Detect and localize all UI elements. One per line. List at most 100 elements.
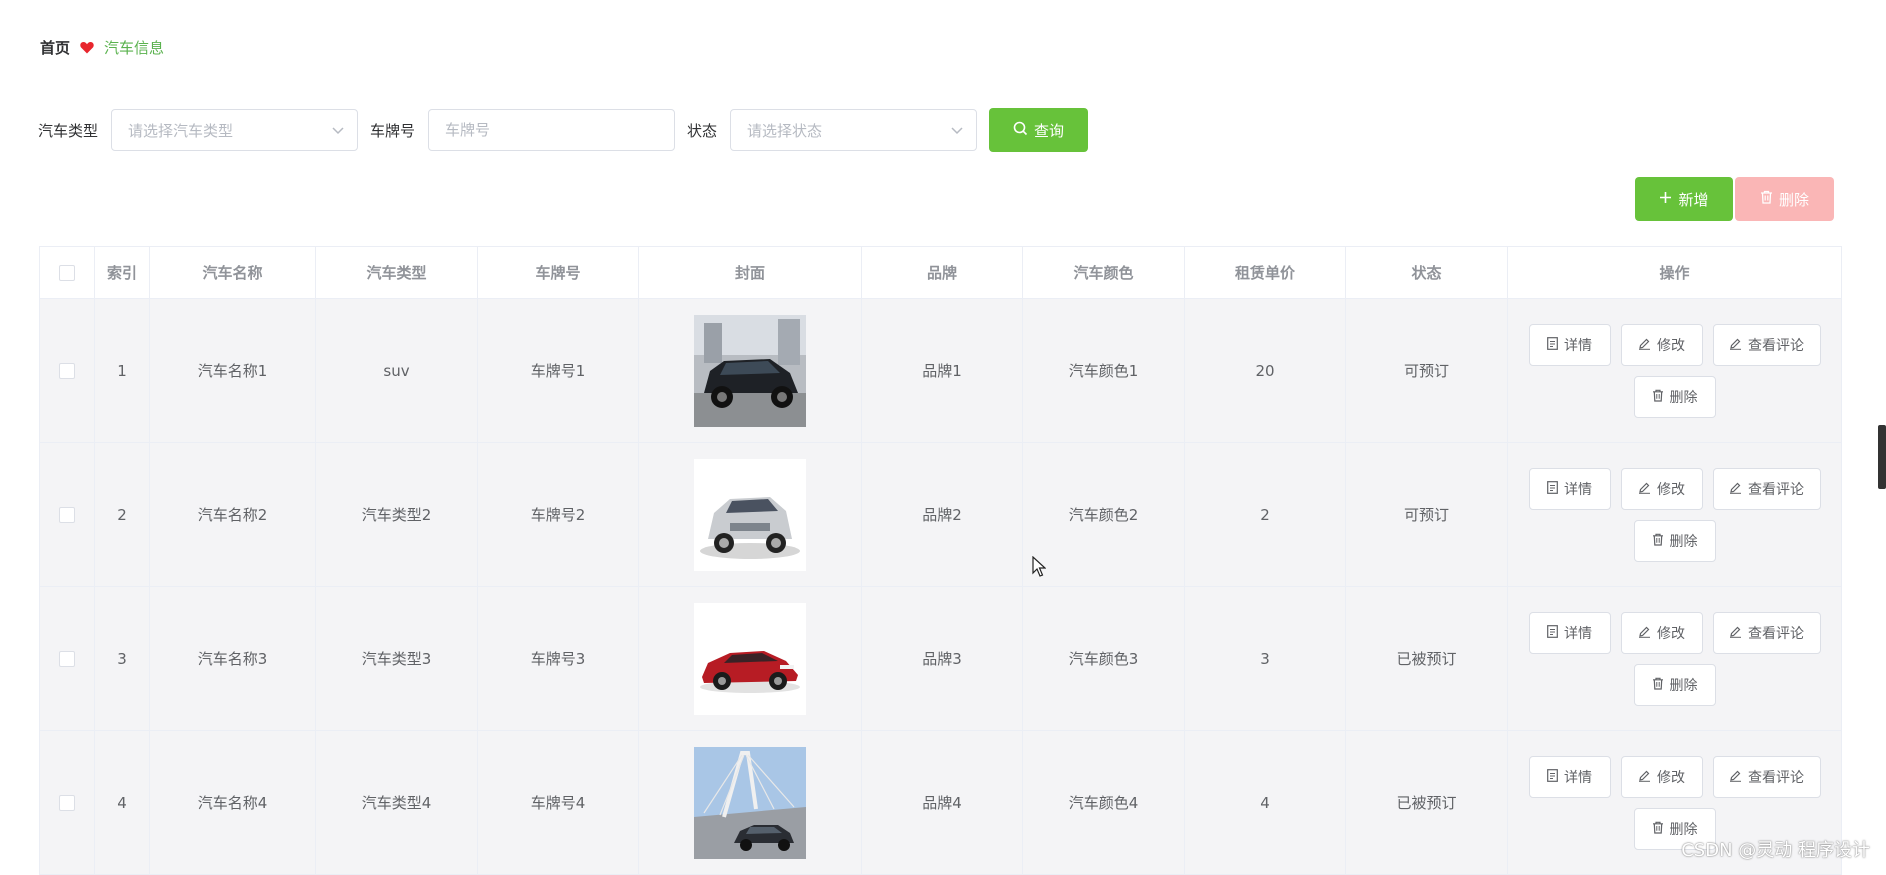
cell-name: 汽车名称1 [149, 298, 316, 443]
edit-button[interactable]: 修改 [1620, 323, 1703, 366]
cell-actions: 详情 修改 查看评论 删除 [1507, 442, 1842, 587]
header-brand: 品牌 [861, 246, 1023, 299]
cell-type: 汽车类型4 [315, 730, 478, 875]
delete-button[interactable]: 删除 [1633, 663, 1716, 706]
car-type-label: 汽车类型 [38, 121, 99, 140]
breadcrumb-current: 汽车信息 [104, 38, 165, 57]
edit-icon [1729, 337, 1742, 353]
cell-index: 2 [94, 442, 150, 587]
select-all-checkbox[interactable] [59, 265, 75, 281]
car-cover-image[interactable] [694, 314, 806, 427]
cell-price: 4 [1184, 730, 1346, 875]
car-cover-image[interactable] [694, 602, 806, 715]
delete-button-label: 删除 [1669, 532, 1698, 549]
status-select[interactable]: 请选择状态 [730, 109, 978, 151]
car-cover-image[interactable] [694, 458, 806, 571]
view-reviews-label: 查看评论 [1748, 768, 1804, 785]
row-checkbox[interactable] [59, 507, 75, 523]
table-row: 2 汽车名称2 汽车类型2 车牌号2 品牌2 汽车颜色2 2 可预订 详情 修改… [39, 442, 1842, 587]
row-select-cell [39, 730, 95, 875]
status-label: 状态 [687, 121, 718, 140]
table-header-row: 索引 汽车名称 汽车类型 车牌号 封面 品牌 汽车颜色 租赁单价 状态 操作 [39, 246, 1842, 299]
detail-button-label: 详情 [1564, 480, 1592, 497]
edit-icon [1729, 481, 1742, 497]
header-cover: 封面 [638, 246, 862, 299]
cell-name: 汽车名称2 [149, 442, 316, 587]
car-type-placeholder: 请选择汽车类型 [128, 121, 234, 140]
car-type-select[interactable]: 请选择汽车类型 [111, 109, 359, 151]
trash-icon [1652, 389, 1664, 405]
plate-input-wrapper [428, 109, 676, 151]
header-type: 汽车类型 [315, 246, 478, 299]
delete-button[interactable]: 删除 [1633, 375, 1716, 418]
cell-color: 汽车颜色4 [1022, 730, 1185, 875]
delete-button-label: 删除 [1669, 676, 1698, 693]
cell-brand: 品牌3 [861, 586, 1023, 731]
edit-button[interactable]: 修改 [1620, 755, 1703, 798]
view-reviews-button[interactable]: 查看评论 [1712, 467, 1821, 510]
edit-button-label: 修改 [1657, 336, 1685, 353]
header-plate: 车牌号 [477, 246, 639, 299]
detail-button[interactable]: 详情 [1528, 611, 1611, 654]
document-icon [1547, 480, 1558, 497]
document-icon [1547, 624, 1558, 641]
detail-button[interactable]: 详情 [1528, 323, 1611, 366]
row-select-cell [39, 586, 95, 731]
header-actions: 操作 [1507, 246, 1842, 299]
view-reviews-button[interactable]: 查看评论 [1712, 611, 1821, 654]
filter-bar: 汽车类型 请选择汽车类型 车牌号 状态 请选择状态 查询 [38, 108, 1089, 152]
trash-icon [1652, 533, 1664, 549]
detail-button-label: 详情 [1564, 336, 1592, 353]
header-price: 租赁单价 [1184, 246, 1346, 299]
header-status: 状态 [1345, 246, 1508, 299]
cell-cover [638, 298, 862, 443]
edit-button-label: 修改 [1657, 480, 1685, 497]
batch-delete-label: 删除 [1778, 191, 1809, 209]
watermark: CSDN @灵动 程序设计 [1681, 840, 1870, 861]
cell-cover [638, 730, 862, 875]
select-all-cell [39, 246, 95, 299]
cell-actions: 详情 修改 查看评论 删除 [1507, 586, 1842, 731]
batch-delete-button[interactable]: 删除 [1735, 177, 1834, 221]
cell-plate: 车牌号3 [477, 586, 639, 731]
cell-index: 1 [94, 298, 150, 443]
query-button[interactable]: 查询 [989, 108, 1089, 152]
row-checkbox[interactable] [59, 795, 75, 811]
chevron-down-icon [331, 123, 345, 141]
row-checkbox[interactable] [59, 651, 75, 667]
cell-type: suv [315, 298, 478, 443]
cell-price: 20 [1184, 298, 1346, 443]
cell-status: 可预订 [1345, 298, 1508, 443]
plate-input[interactable] [445, 121, 646, 139]
detail-button[interactable]: 详情 [1528, 755, 1611, 798]
delete-button[interactable]: 删除 [1633, 519, 1716, 562]
header-index: 索引 [94, 246, 150, 299]
cell-price: 2 [1184, 442, 1346, 587]
edit-icon [1638, 625, 1651, 641]
view-reviews-button[interactable]: 查看评论 [1712, 323, 1821, 366]
chevron-down-icon [950, 123, 964, 141]
table-row: 3 汽车名称3 汽车类型3 车牌号3 品牌3 汽车颜色3 3 已被预订 详情 修… [39, 586, 1842, 731]
view-reviews-button[interactable]: 查看评论 [1712, 755, 1821, 798]
cell-name: 汽车名称3 [149, 586, 316, 731]
row-checkbox[interactable] [59, 363, 75, 379]
edit-button[interactable]: 修改 [1620, 467, 1703, 510]
cell-type: 汽车类型2 [315, 442, 478, 587]
cell-color: 汽车颜色1 [1022, 298, 1185, 443]
document-icon [1547, 768, 1558, 785]
query-button-label: 查询 [1034, 122, 1065, 140]
scrollbar-handle[interactable] [1878, 425, 1886, 489]
edit-button-label: 修改 [1657, 768, 1685, 785]
cell-plate: 车牌号1 [477, 298, 639, 443]
detail-button[interactable]: 详情 [1528, 467, 1611, 510]
cell-price: 3 [1184, 586, 1346, 731]
add-button[interactable]: 新增 [1635, 177, 1733, 221]
view-reviews-label: 查看评论 [1748, 624, 1804, 641]
edit-button[interactable]: 修改 [1620, 611, 1703, 654]
breadcrumb-home[interactable]: 首页 [40, 37, 70, 58]
plate-label: 车牌号 [370, 121, 416, 140]
car-cover-image[interactable] [694, 746, 806, 859]
cell-plate: 车牌号4 [477, 730, 639, 875]
mouse-cursor-icon [1032, 555, 1047, 582]
header-name: 汽车名称 [149, 246, 316, 299]
